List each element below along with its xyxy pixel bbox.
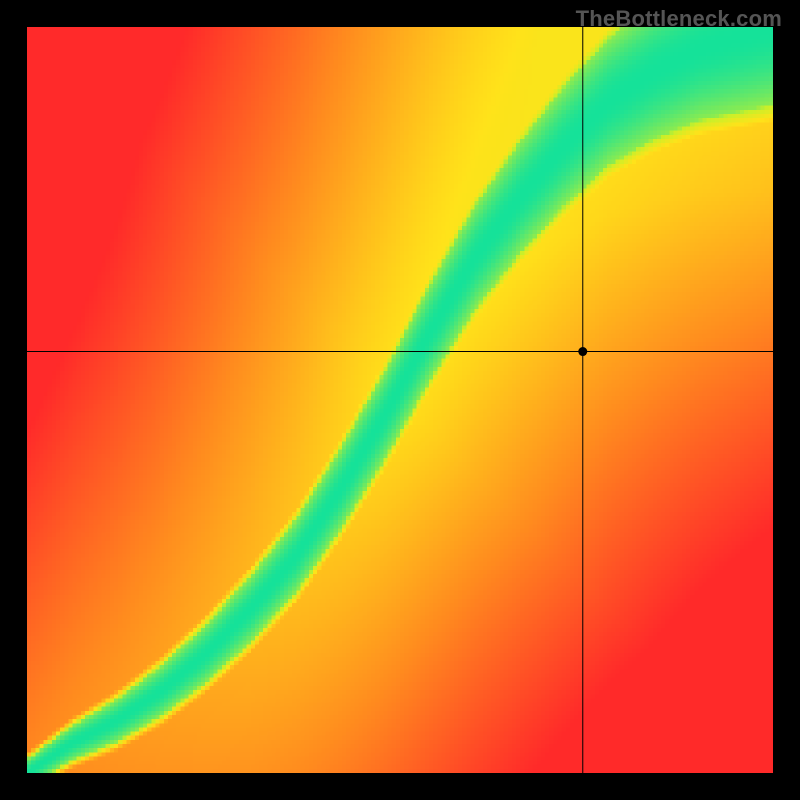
crosshair-marker	[578, 347, 587, 356]
plot-area	[27, 27, 773, 773]
chart-frame: TheBottleneck.com	[0, 0, 800, 800]
crosshair-overlay	[27, 27, 773, 773]
